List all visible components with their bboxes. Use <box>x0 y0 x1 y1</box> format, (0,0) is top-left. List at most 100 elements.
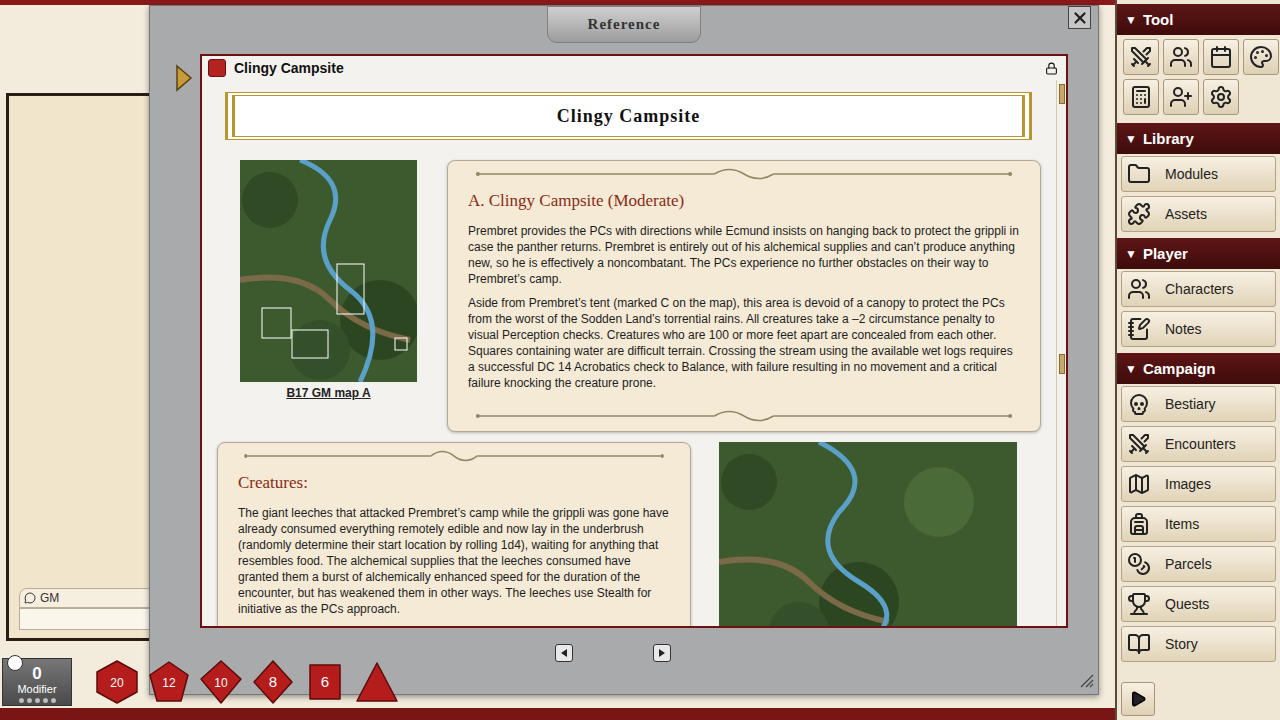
map-thumbnail[interactable] <box>240 160 417 382</box>
creatures-row: Creatures:The giant leeches that attacke… <box>217 442 1056 626</box>
sidebar-item[interactable]: Modules <box>1121 156 1276 192</box>
dice-tray: 0Modifier 20 12 10 8 6 <box>0 658 400 706</box>
sidebar-item[interactable]: Notes <box>1121 311 1276 347</box>
arrow-right-icon <box>657 648 667 658</box>
tool-icon <box>1249 45 1273 69</box>
sidebar-item-icon <box>1127 162 1151 186</box>
sidebar-item-icon <box>1127 392 1151 416</box>
story-record-icon <box>208 59 226 77</box>
sidebar-item[interactable]: Parcels <box>1121 546 1276 582</box>
creatures-heading: Creatures: <box>238 473 670 493</box>
tool-button[interactable] <box>1163 39 1199 75</box>
modifier-dot <box>51 698 56 703</box>
svg-text:20: 20 <box>110 676 124 690</box>
encounter-heading: A. Clingy Campsite (Moderate) <box>468 191 1020 211</box>
svg-text:8: 8 <box>269 673 277 690</box>
d6-die-icon[interactable]: 6 <box>302 659 348 705</box>
modifier-settings-button[interactable] <box>7 655 23 671</box>
creatures-box: Creatures:The giant leeches that attacke… <box>217 442 691 626</box>
record-body: Clingy CampsiteB17 GM map AA. Clingy Cam… <box>202 80 1066 626</box>
modifier-label: Modifier <box>17 683 56 696</box>
sidebar: ▼Tool ▼LibraryModules Assets ▼PlayerCharact… <box>1115 0 1280 720</box>
flourish-bottom-icon <box>468 409 1020 423</box>
d20-die-icon[interactable]: 20 <box>94 659 140 705</box>
speech-bubble-icon <box>24 592 36 604</box>
tool-icon <box>1129 85 1153 109</box>
map-caption-link[interactable]: B17 GM map A <box>286 386 370 400</box>
reference-window: Reference Clingy Campsite Clingy CampsiteB… <box>149 5 1099 695</box>
sidebar-item[interactable]: Quests <box>1121 586 1276 622</box>
sidebar-item[interactable]: Story <box>1121 626 1276 662</box>
sidebar-item[interactable]: Images <box>1121 466 1276 502</box>
flourish-top-icon <box>468 167 1020 181</box>
sidebar-item[interactable]: Characters <box>1121 271 1276 307</box>
tool-grid <box>1117 35 1280 119</box>
modifier-box[interactable]: 0Modifier <box>2 658 72 706</box>
tool-button[interactable] <box>1203 79 1239 115</box>
tool-button[interactable] <box>1203 39 1239 75</box>
map-image <box>719 442 1017 626</box>
d12-die-icon[interactable]: 12 <box>146 659 192 705</box>
tool-icon <box>1209 45 1233 69</box>
d4-die-icon[interactable] <box>354 659 400 705</box>
tool-button[interactable] <box>1163 79 1199 115</box>
svg-text:6: 6 <box>321 673 329 690</box>
record-content: Clingy CampsiteB17 GM map AA. Clingy Cam… <box>202 80 1056 626</box>
svg-text:12: 12 <box>162 676 176 690</box>
record-title[interactable]: Clingy Campsite <box>234 60 1037 76</box>
intro-row: B17 GM map A A. Clingy Campsite (Moderate… <box>217 160 1056 432</box>
scrollbar[interactable] <box>1056 80 1066 626</box>
play-icon <box>1129 690 1147 708</box>
flourish-top-icon <box>238 449 670 463</box>
encounter-box: A. Clingy Campsite (Moderate) Prembret pr… <box>447 160 1041 432</box>
sidebar-item-icon <box>1127 317 1151 341</box>
sidebar-item[interactable]: Bestiary <box>1121 386 1276 422</box>
app: GMReferenceClingy CampsiteClingy Campsit… <box>0 0 1280 720</box>
sidebar-section-header[interactable]: ▼Tool <box>1117 4 1280 35</box>
sidebar-item-icon <box>1127 512 1151 536</box>
sidebar-item-icon <box>1127 432 1151 456</box>
lock-icon[interactable] <box>1045 62 1058 75</box>
close-icon <box>1071 9 1089 27</box>
sidebar-item-icon <box>1127 632 1151 656</box>
close-button[interactable] <box>1068 6 1091 29</box>
tool-button[interactable] <box>1123 79 1159 115</box>
map-link: B17 GM map A <box>240 160 417 400</box>
modifier-value: 0 <box>32 665 41 683</box>
scroll-thumb[interactable] <box>1059 84 1065 104</box>
d8-die-icon[interactable]: 8 <box>250 659 296 705</box>
sidebar-section-header[interactable]: ▼Campaign <box>1117 353 1280 384</box>
sidebar-item-icon <box>1127 472 1151 496</box>
encounter-paragraph: Aside from Prembret’s tent (marked C on … <box>468 295 1020 391</box>
expand-arrow-icon[interactable] <box>174 63 194 93</box>
sidebar-item[interactable]: Encounters <box>1121 426 1276 462</box>
record-title-bar: Clingy Campsite <box>202 56 1066 80</box>
tool-icon <box>1129 45 1153 69</box>
sidebar-section-header[interactable]: ▼Player <box>1117 238 1280 269</box>
tool-button[interactable] <box>1123 39 1159 75</box>
resize-grip-icon[interactable] <box>1078 672 1094 688</box>
modifier-dots <box>19 698 56 703</box>
d10-die-icon[interactable]: 10 <box>198 659 244 705</box>
arrow-left-icon <box>559 648 569 658</box>
window-title-tab: Reference <box>547 6 701 43</box>
sidebar-item[interactable]: Items <box>1121 506 1276 542</box>
modifier-dot <box>43 698 48 703</box>
tool-button[interactable] <box>1243 39 1279 75</box>
scroll-marker <box>1059 354 1065 374</box>
gear-icon <box>10 658 21 669</box>
previous-page-button[interactable] <box>555 644 573 662</box>
expand-sidebar-button[interactable] <box>1121 682 1155 716</box>
story-record: Clingy Campsite Clingy CampsiteB17 GM map… <box>200 54 1068 628</box>
next-page-button[interactable] <box>653 644 671 662</box>
modifier-dot <box>27 698 32 703</box>
tool-icon <box>1169 45 1193 69</box>
encounter-paragraph: Prembret provides the PCs with direction… <box>468 223 1020 287</box>
page-navigation <box>200 644 1066 662</box>
sidebar-item-icon <box>1127 277 1151 301</box>
svg-text:10: 10 <box>214 676 228 690</box>
tool-icon <box>1209 85 1233 109</box>
sidebar-section-header[interactable]: ▼Library <box>1117 123 1280 154</box>
sidebar-item[interactable]: Assets <box>1121 196 1276 232</box>
sidebar-item-icon <box>1127 202 1151 226</box>
